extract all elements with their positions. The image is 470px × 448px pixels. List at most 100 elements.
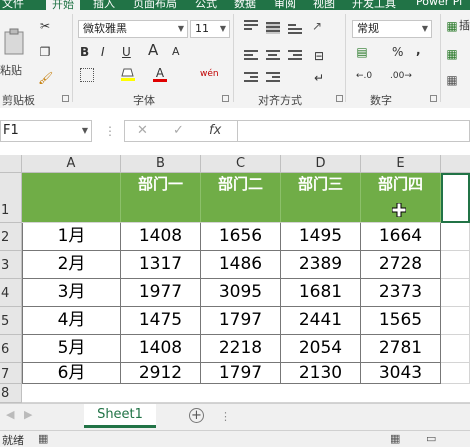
cell-e2[interactable]: 1664 — [361, 223, 441, 251]
font-launcher-icon[interactable] — [222, 95, 229, 102]
cell-e3[interactable]: 2728 — [361, 251, 441, 279]
cell-f7[interactable] — [441, 363, 470, 384]
phonetic-button[interactable]: wén — [200, 66, 219, 82]
cell-d7[interactable]: 2130 — [281, 363, 361, 384]
tab-insert[interactable]: 插入 — [93, 0, 115, 10]
empty-row[interactable] — [22, 384, 470, 403]
cell-b4[interactable]: 1977 — [121, 279, 201, 307]
cell-f2[interactable] — [441, 223, 470, 251]
row-header-8[interactable]: 8 — [0, 384, 22, 403]
comma-button[interactable]: , — [416, 42, 421, 58]
cell-c6[interactable]: 2218 — [201, 335, 281, 363]
row-header-7[interactable]: 7 — [0, 363, 22, 384]
cell-b6[interactable]: 1408 — [121, 335, 201, 363]
row-header-6[interactable]: 6 — [0, 335, 22, 363]
italic-button[interactable]: I — [101, 44, 105, 60]
tab-home[interactable]: 开始 — [46, 0, 80, 10]
tab-review[interactable]: 审阅 — [274, 0, 296, 10]
tab-file[interactable]: 文件 — [2, 0, 24, 10]
format-cells-icon[interactable]: ▦ — [446, 72, 458, 88]
normal-view-icon[interactable]: ▦ — [390, 432, 400, 445]
cell-d3[interactable]: 2389 — [281, 251, 361, 279]
cell-a5[interactable]: 4月 — [22, 307, 121, 335]
column-header-f[interactable] — [441, 155, 470, 173]
tab-view[interactable]: 视图 — [313, 0, 335, 10]
cell-b5[interactable]: 1475 — [121, 307, 201, 335]
tab-power-pivot[interactable]: Power Pi — [416, 0, 462, 8]
align-bottom-icon[interactable] — [288, 24, 302, 36]
shrink-font-button[interactable]: A — [172, 44, 180, 60]
align-right-icon[interactable] — [288, 50, 302, 62]
cell-a7[interactable]: 6月 — [22, 363, 121, 384]
row-header-2[interactable]: 2 — [0, 223, 22, 251]
cell-d5[interactable]: 2441 — [281, 307, 361, 335]
cell-f5[interactable] — [441, 307, 470, 335]
page-layout-view-icon[interactable]: ▭ — [426, 432, 436, 445]
sheet-tab-sheet1[interactable]: Sheet1 — [84, 404, 156, 428]
cell-d2[interactable]: 1495 — [281, 223, 361, 251]
font-name-select[interactable]: 微软雅黑 ▼ — [78, 20, 188, 38]
cell-f6[interactable] — [441, 335, 470, 363]
font-color-button[interactable]: A — [153, 65, 167, 82]
header-cell-b1[interactable]: 部门一 — [121, 173, 201, 223]
header-cell-d1[interactable]: 部门三 — [281, 173, 361, 223]
cell-a6[interactable]: 5月 — [22, 335, 121, 363]
cell-b3[interactable]: 1317 — [121, 251, 201, 279]
decrease-indent-icon[interactable] — [244, 72, 258, 84]
align-top-icon[interactable] — [244, 20, 258, 32]
insert-function-button[interactable]: fx — [209, 123, 221, 138]
number-launcher-icon[interactable] — [430, 95, 437, 102]
cell-e5[interactable]: 1565 — [361, 307, 441, 335]
align-middle-icon[interactable] — [266, 22, 280, 34]
row-header-3[interactable]: 3 — [0, 251, 22, 279]
border-icon[interactable] — [80, 68, 94, 82]
scroll-left-icon[interactable]: ◀ — [6, 408, 14, 421]
cut-icon[interactable]: ✂ — [38, 18, 52, 34]
cancel-icon[interactable]: ✕ — [137, 123, 148, 138]
wrap-text-icon[interactable]: ↵ — [312, 70, 326, 86]
cell-e7[interactable]: 3043 — [361, 363, 441, 384]
insert-label[interactable]: 插 — [459, 18, 470, 34]
cell-f4[interactable] — [441, 279, 470, 307]
cell-c2[interactable]: 1656 — [201, 223, 281, 251]
row-header-5[interactable]: 5 — [0, 307, 22, 335]
cell-e4[interactable]: 2373 — [361, 279, 441, 307]
fill-color-icon[interactable] — [121, 66, 135, 86]
paste-button[interactable] — [2, 28, 28, 56]
row-header-4[interactable]: 4 — [0, 279, 22, 307]
tab-formulas[interactable]: 公式 — [195, 0, 217, 10]
scroll-right-icon[interactable]: ▶ — [24, 408, 32, 421]
merge-center-icon[interactable]: ⊟ — [312, 48, 326, 64]
column-header-e[interactable]: E — [361, 155, 441, 173]
cell-d6[interactable]: 2054 — [281, 335, 361, 363]
clipboard-launcher-icon[interactable] — [62, 95, 69, 102]
align-center-icon[interactable] — [266, 50, 280, 62]
cell-e6[interactable]: 2781 — [361, 335, 441, 363]
cell-a3[interactable]: 2月 — [22, 251, 121, 279]
header-cell-c1[interactable]: 部门二 — [201, 173, 281, 223]
formula-input[interactable] — [238, 120, 470, 142]
tab-data[interactable]: 数据 — [234, 0, 256, 10]
cell-c3[interactable]: 1486 — [201, 251, 281, 279]
cell-f3[interactable] — [441, 251, 470, 279]
add-sheet-icon[interactable]: + — [189, 408, 204, 423]
tab-page-layout[interactable]: 页面布局 — [133, 0, 177, 10]
orientation-icon[interactable]: ↗ — [310, 18, 324, 34]
column-header-c[interactable]: C — [201, 155, 281, 173]
font-size-select[interactable]: 11 ▼ — [190, 20, 230, 38]
decrease-decimal-icon[interactable]: .00→ — [390, 68, 412, 84]
alignment-launcher-icon[interactable] — [336, 95, 343, 102]
select-all-corner[interactable] — [0, 155, 22, 173]
cell-c7[interactable]: 1797 — [201, 363, 281, 384]
format-painter-icon[interactable]: 🖌 — [38, 70, 53, 86]
align-left-icon[interactable] — [244, 50, 258, 62]
currency-icon[interactable]: ▤ — [354, 44, 370, 60]
cell-b2[interactable]: 1408 — [121, 223, 201, 251]
name-box[interactable]: F1 ▼ — [0, 120, 92, 142]
cell-b7[interactable]: 2912 — [121, 363, 201, 384]
cell-a4[interactable]: 3月 — [22, 279, 121, 307]
percent-button[interactable]: % — [392, 44, 403, 60]
cell-d4[interactable]: 1681 — [281, 279, 361, 307]
copy-icon[interactable]: ❐ — [38, 44, 52, 60]
selected-cell-f1[interactable] — [441, 173, 470, 223]
